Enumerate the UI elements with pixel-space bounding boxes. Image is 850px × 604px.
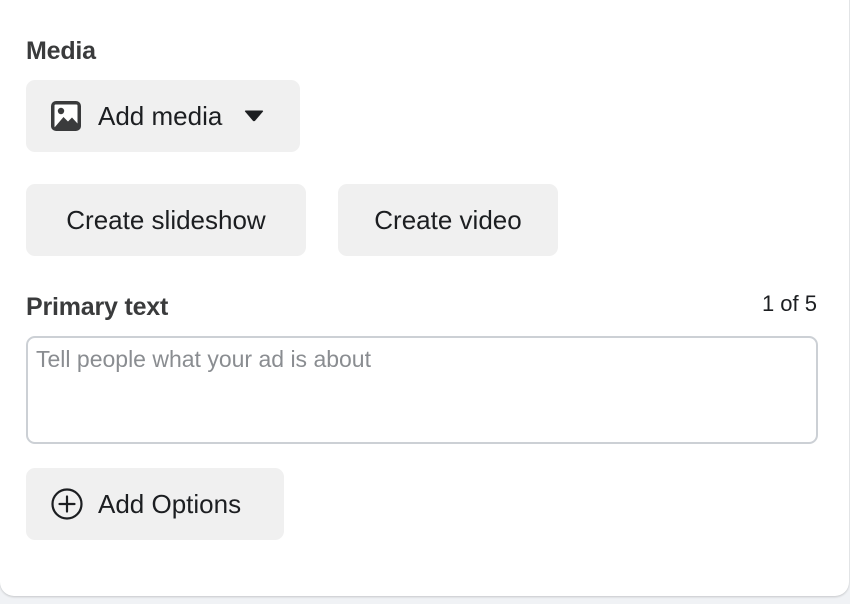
plus-circle-icon bbox=[50, 487, 84, 521]
caret-down-icon bbox=[244, 110, 264, 122]
media-section-label: Media bbox=[26, 37, 96, 65]
primary-text-counter: 1 of 5 bbox=[761, 291, 817, 316]
create-video-label: Create video bbox=[374, 204, 522, 235]
add-options-button[interactable]: Add Options bbox=[26, 468, 284, 540]
primary-text-label: Primary text bbox=[26, 293, 169, 321]
add-options-label: Add Options bbox=[98, 488, 242, 519]
create-slideshow-button[interactable]: Create slideshow bbox=[26, 184, 306, 256]
create-slideshow-label: Create slideshow bbox=[66, 204, 266, 235]
create-video-button[interactable]: Create video bbox=[338, 184, 558, 256]
primary-text-input[interactable] bbox=[26, 336, 818, 444]
image-icon bbox=[50, 100, 82, 132]
add-media-button[interactable]: Add media bbox=[26, 80, 300, 152]
add-media-label: Add media bbox=[98, 100, 223, 131]
